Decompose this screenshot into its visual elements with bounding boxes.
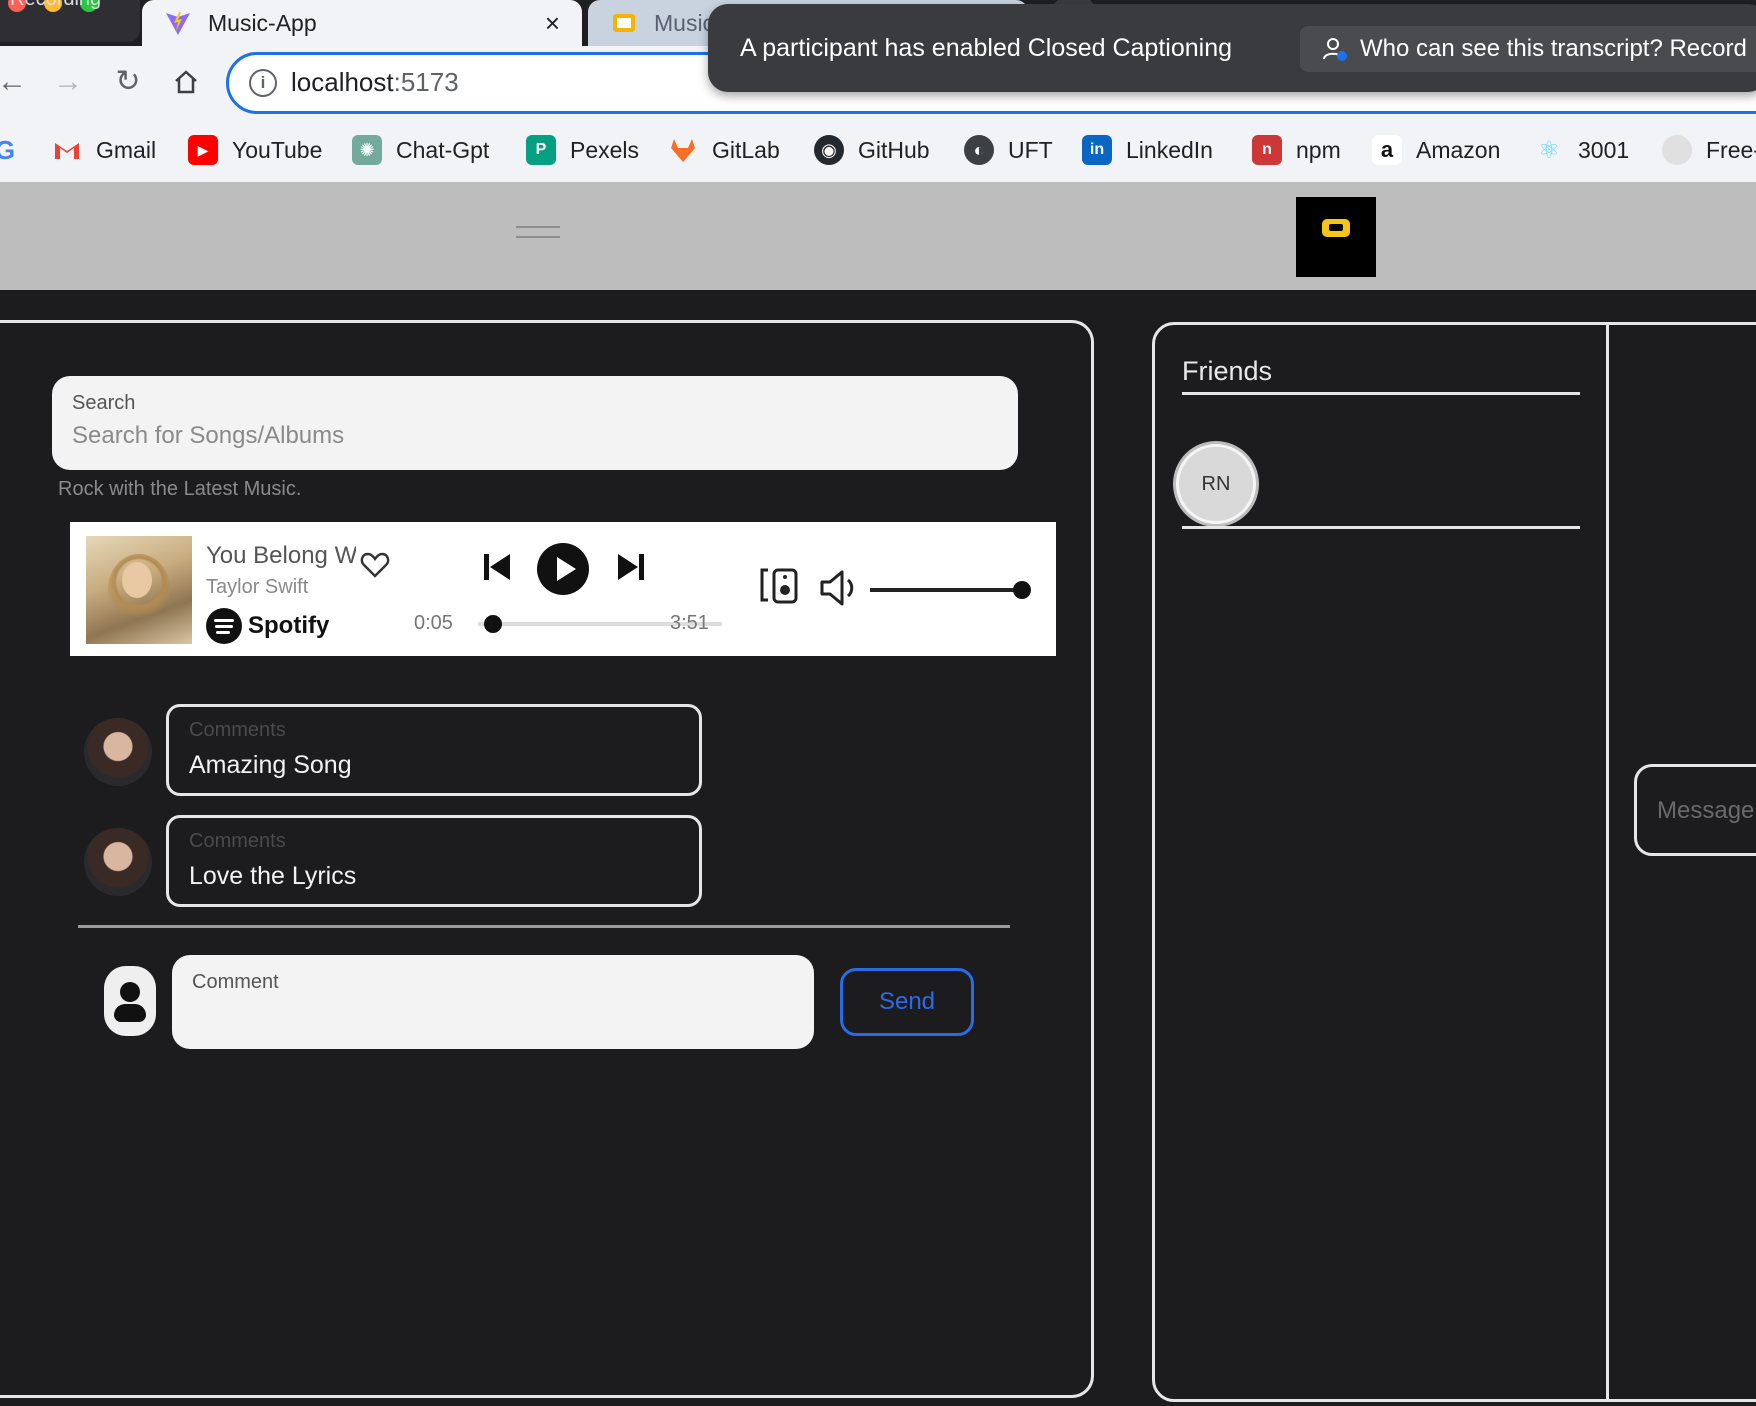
recording-badge: Recording [0,0,140,42]
comment-text: Love the Lyrics [189,862,357,890]
comment-label: Comments [189,830,286,852]
play-icon[interactable] [536,542,590,596]
closed-caption-toast: A participant has enabled Closed Caption… [708,4,1756,92]
comment-label: Comments [189,719,286,741]
google-slides-icon [613,14,635,32]
youtube-icon: ▶ [188,135,218,165]
bookmark-chatgpt[interactable]: ✺ Chat-Gpt [352,132,489,168]
bookmark-github[interactable]: ◉ GitHub [814,132,930,168]
song-title: You Belong With Me [206,542,356,569]
friend-avatar[interactable]: RN [1176,444,1256,524]
linkedin-icon: in [1082,135,1112,165]
forward-icon[interactable]: → [48,62,88,102]
panel-divider [1606,324,1609,1402]
github-icon [1662,135,1692,165]
google-icon: G [0,134,16,165]
volume-icon[interactable] [818,568,862,608]
spotify-link[interactable]: Spotify [206,608,329,644]
search-label: Search [72,392,136,414]
bookmark-linkedin[interactable]: in LinkedIn [1082,132,1213,168]
comment-item: Comments Amazing Song [166,704,702,796]
bookmark-uft[interactable]: ◐ UFT [964,132,1053,168]
volume-slider[interactable] [870,581,1031,599]
toast-message: A participant has enabled Closed Caption… [740,34,1233,62]
site-info-icon[interactable]: i [249,69,277,97]
close-tab-icon[interactable]: × [545,8,560,39]
pexels-icon: P [526,135,556,165]
message-placeholder: Message [1657,797,1755,824]
vite-icon [166,12,190,35]
app-header [0,182,1756,290]
url-text: localhost:5173 [291,67,459,97]
bookmark-npm[interactable]: n npm [1252,132,1341,168]
music-player: You Belong With Me Taylor Swift Spotify … [70,522,1056,656]
bookmarks-bar: G Gmail ▶ YouTube ✺ Chat-Gpt P Pexels Gi… [0,120,1756,182]
gitlab-icon [671,139,695,162]
bookmark-pexels[interactable]: P Pexels [526,132,639,168]
bookmark-free[interactable]: Free- [1662,132,1756,168]
npm-icon: n [1252,135,1282,165]
duration: 3:51 [670,612,709,634]
divider [1182,392,1580,395]
avatar [84,718,152,786]
react-icon: ⚛ [1538,136,1560,164]
comment-input-label: Comment [192,971,279,993]
tab-music-app[interactable]: Music-App × [142,0,582,46]
bookmark-gmail[interactable]: Gmail [52,132,156,168]
search-placeholder: Search for Songs/Albums [72,422,345,449]
volume-knob[interactable] [1013,581,1031,599]
bookmark-gitlab[interactable]: GitLab [668,132,780,168]
chatgpt-icon: ✺ [352,135,382,165]
next-track-icon[interactable] [614,550,648,584]
menu-icon[interactable] [516,226,560,248]
current-time: 0:05 [414,612,453,634]
avatar [84,828,152,896]
comment-item: Comments Love the Lyrics [166,815,702,907]
chat-logo-icon [1322,219,1350,237]
search-input[interactable]: Search Search for Songs/Albums [52,376,1018,470]
github-icon: ◉ [814,135,844,165]
heart-icon[interactable] [360,550,390,580]
bookmark-youtube[interactable]: ▶ YouTube [188,132,322,168]
connect-device-icon[interactable] [758,566,802,606]
divider [1182,526,1580,529]
comment-input[interactable]: Comment [172,955,814,1049]
divider [78,925,1010,928]
reload-icon[interactable]: ↻ [108,62,148,102]
spotify-icon [206,608,242,644]
person-info-icon [1323,38,1347,61]
friends-title: Friends [1182,356,1273,386]
tab-title: Music-App [208,9,317,36]
back-icon[interactable]: ← [0,62,32,102]
bookmark-3001[interactable]: ⚛ 3001 [1534,132,1629,168]
globe-icon: ◐ [964,135,994,165]
search-helper-text: Rock with the Latest Music. [58,478,302,500]
previous-track-icon[interactable] [480,550,514,584]
bookmark-google[interactable]: G [0,132,34,168]
gmail-icon [55,143,79,159]
seek-knob[interactable] [484,615,502,633]
bookmark-amazon[interactable]: a Amazon [1372,132,1500,168]
artist-name: Taylor Swift [206,576,309,598]
message-input[interactable]: Message [1634,764,1756,856]
home-icon[interactable] [166,62,206,102]
send-button[interactable]: Send [840,968,974,1036]
transcript-info-link[interactable]: Who can see this transcript? Record [1300,26,1756,72]
user-avatar-icon [104,966,156,1036]
app-logo[interactable] [1296,197,1376,277]
recording-label: Recording [10,0,101,11]
amazon-icon: a [1372,135,1402,165]
comment-text: Amazing Song [189,751,352,779]
album-art [86,536,192,644]
